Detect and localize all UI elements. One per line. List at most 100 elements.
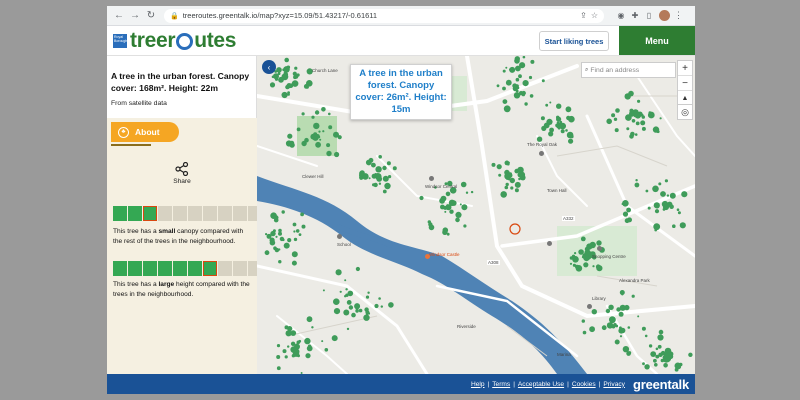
tree-canopy[interactable]: [679, 222, 686, 229]
footer-link-privacy[interactable]: Privacy: [603, 381, 625, 388]
zoom-in-button[interactable]: +: [678, 61, 692, 76]
tree-canopy[interactable]: [276, 366, 281, 371]
tree-canopy[interactable]: [640, 120, 646, 126]
tree-canopy[interactable]: [419, 195, 424, 201]
tree-canopy[interactable]: [287, 133, 293, 139]
tree-canopy[interactable]: [560, 129, 565, 134]
tree-canopy[interactable]: [614, 128, 619, 133]
tree-canopy[interactable]: [305, 85, 309, 89]
tree-canopy[interactable]: [518, 74, 522, 79]
address-search-input[interactable]: [590, 66, 675, 74]
tree-canopy[interactable]: [667, 201, 673, 207]
tree-canopy[interactable]: [294, 66, 298, 70]
tree-canopy[interactable]: [301, 224, 306, 229]
tree-canopy[interactable]: [658, 329, 664, 335]
tree-canopy[interactable]: [311, 326, 314, 329]
menu-button[interactable]: Menu: [619, 26, 695, 55]
share-button[interactable]: Share: [167, 162, 197, 185]
tree-canopy[interactable]: [328, 125, 333, 130]
tree-canopy[interactable]: [428, 222, 433, 227]
tree-canopy[interactable]: [641, 326, 646, 331]
tree-canopy[interactable]: [324, 348, 329, 352]
tree-canopy[interactable]: [322, 130, 325, 133]
tree-canopy[interactable]: [635, 121, 640, 126]
tree-canopy[interactable]: [455, 211, 462, 218]
tree-canopy[interactable]: [315, 141, 321, 148]
tree-canopy[interactable]: [514, 56, 520, 62]
tree-canopy[interactable]: [502, 86, 506, 91]
tree-canopy[interactable]: [622, 211, 629, 217]
tree-canopy[interactable]: [334, 151, 340, 158]
tree-canopy[interactable]: [358, 308, 363, 313]
tree-canopy[interactable]: [382, 175, 389, 182]
tree-canopy[interactable]: [608, 304, 614, 310]
tree-canopy[interactable]: [289, 142, 295, 148]
tree-canopy[interactable]: [273, 246, 277, 250]
extension-icon[interactable]: ◉: [616, 11, 626, 21]
tree-canopy[interactable]: [659, 117, 662, 120]
tree-canopy[interactable]: [380, 305, 383, 308]
tree-canopy[interactable]: [348, 305, 354, 310]
tree-canopy[interactable]: [276, 344, 281, 348]
tree-canopy[interactable]: [555, 123, 559, 128]
tree-canopy[interactable]: [518, 171, 526, 178]
tree-canopy[interactable]: [276, 355, 281, 359]
tree-canopy[interactable]: [343, 309, 350, 316]
selected-tree-marker[interactable]: [509, 223, 521, 235]
tree-canopy[interactable]: [442, 229, 448, 235]
tree-canopy[interactable]: [273, 215, 279, 220]
tree-canopy[interactable]: [580, 236, 586, 242]
tree-canopy[interactable]: [614, 339, 620, 345]
tree-canopy[interactable]: [321, 340, 324, 343]
footer-link-cookies[interactable]: Cookies: [572, 381, 596, 388]
tree-canopy[interactable]: [529, 94, 534, 98]
footer-link-help[interactable]: Help: [471, 381, 485, 388]
tree-canopy[interactable]: [274, 77, 279, 81]
tree-canopy[interactable]: [672, 224, 676, 228]
tree-canopy[interactable]: [530, 59, 535, 64]
tree-canopy[interactable]: [500, 191, 507, 198]
tree-canopy[interactable]: [301, 112, 305, 116]
tree-canopy[interactable]: [313, 122, 320, 130]
tree-canopy[interactable]: [304, 337, 311, 345]
tree-canopy[interactable]: [504, 185, 509, 190]
tree-canopy[interactable]: [384, 182, 391, 190]
tree-canopy[interactable]: [651, 352, 654, 356]
tree-canopy[interactable]: [618, 327, 625, 334]
tree-canopy[interactable]: [301, 140, 307, 147]
forward-arrow-icon[interactable]: →: [128, 9, 142, 23]
poi-marker[interactable]: [425, 254, 430, 259]
tree-canopy[interactable]: [524, 102, 528, 106]
tree-canopy[interactable]: [306, 316, 313, 323]
tree-canopy[interactable]: [382, 165, 387, 171]
tree-canopy[interactable]: [333, 131, 339, 138]
tree-canopy[interactable]: [507, 171, 510, 174]
tree-canopy[interactable]: [605, 308, 611, 314]
tree-canopy[interactable]: [641, 115, 645, 119]
tree-canopy[interactable]: [619, 304, 626, 311]
tree-canopy[interactable]: [624, 218, 630, 224]
tree-canopy[interactable]: [460, 181, 467, 188]
tree-canopy[interactable]: [568, 138, 574, 144]
tree-canopy[interactable]: [378, 297, 381, 300]
tree-canopy[interactable]: [355, 309, 359, 313]
tree-canopy[interactable]: [613, 117, 618, 121]
tree-canopy[interactable]: [439, 197, 445, 204]
tree-canopy[interactable]: [621, 203, 624, 205]
tree-canopy[interactable]: [664, 179, 668, 183]
tree-canopy[interactable]: [378, 182, 382, 185]
tree-canopy[interactable]: [584, 255, 589, 260]
tree-canopy[interactable]: [463, 224, 467, 228]
tree-canopy[interactable]: [545, 103, 549, 107]
poi-marker[interactable]: [539, 151, 544, 156]
bookmark-star-icon[interactable]: ☆: [591, 11, 598, 20]
tree-canopy[interactable]: [655, 347, 659, 351]
tree-canopy[interactable]: [347, 290, 354, 297]
tree-canopy[interactable]: [276, 67, 282, 73]
tree-canopy[interactable]: [386, 161, 391, 166]
tree-canopy[interactable]: [581, 319, 585, 323]
tree-canopy[interactable]: [589, 326, 595, 333]
tree-canopy[interactable]: [572, 256, 579, 263]
tree-canopy[interactable]: [631, 294, 635, 298]
tree-canopy[interactable]: [618, 311, 624, 317]
